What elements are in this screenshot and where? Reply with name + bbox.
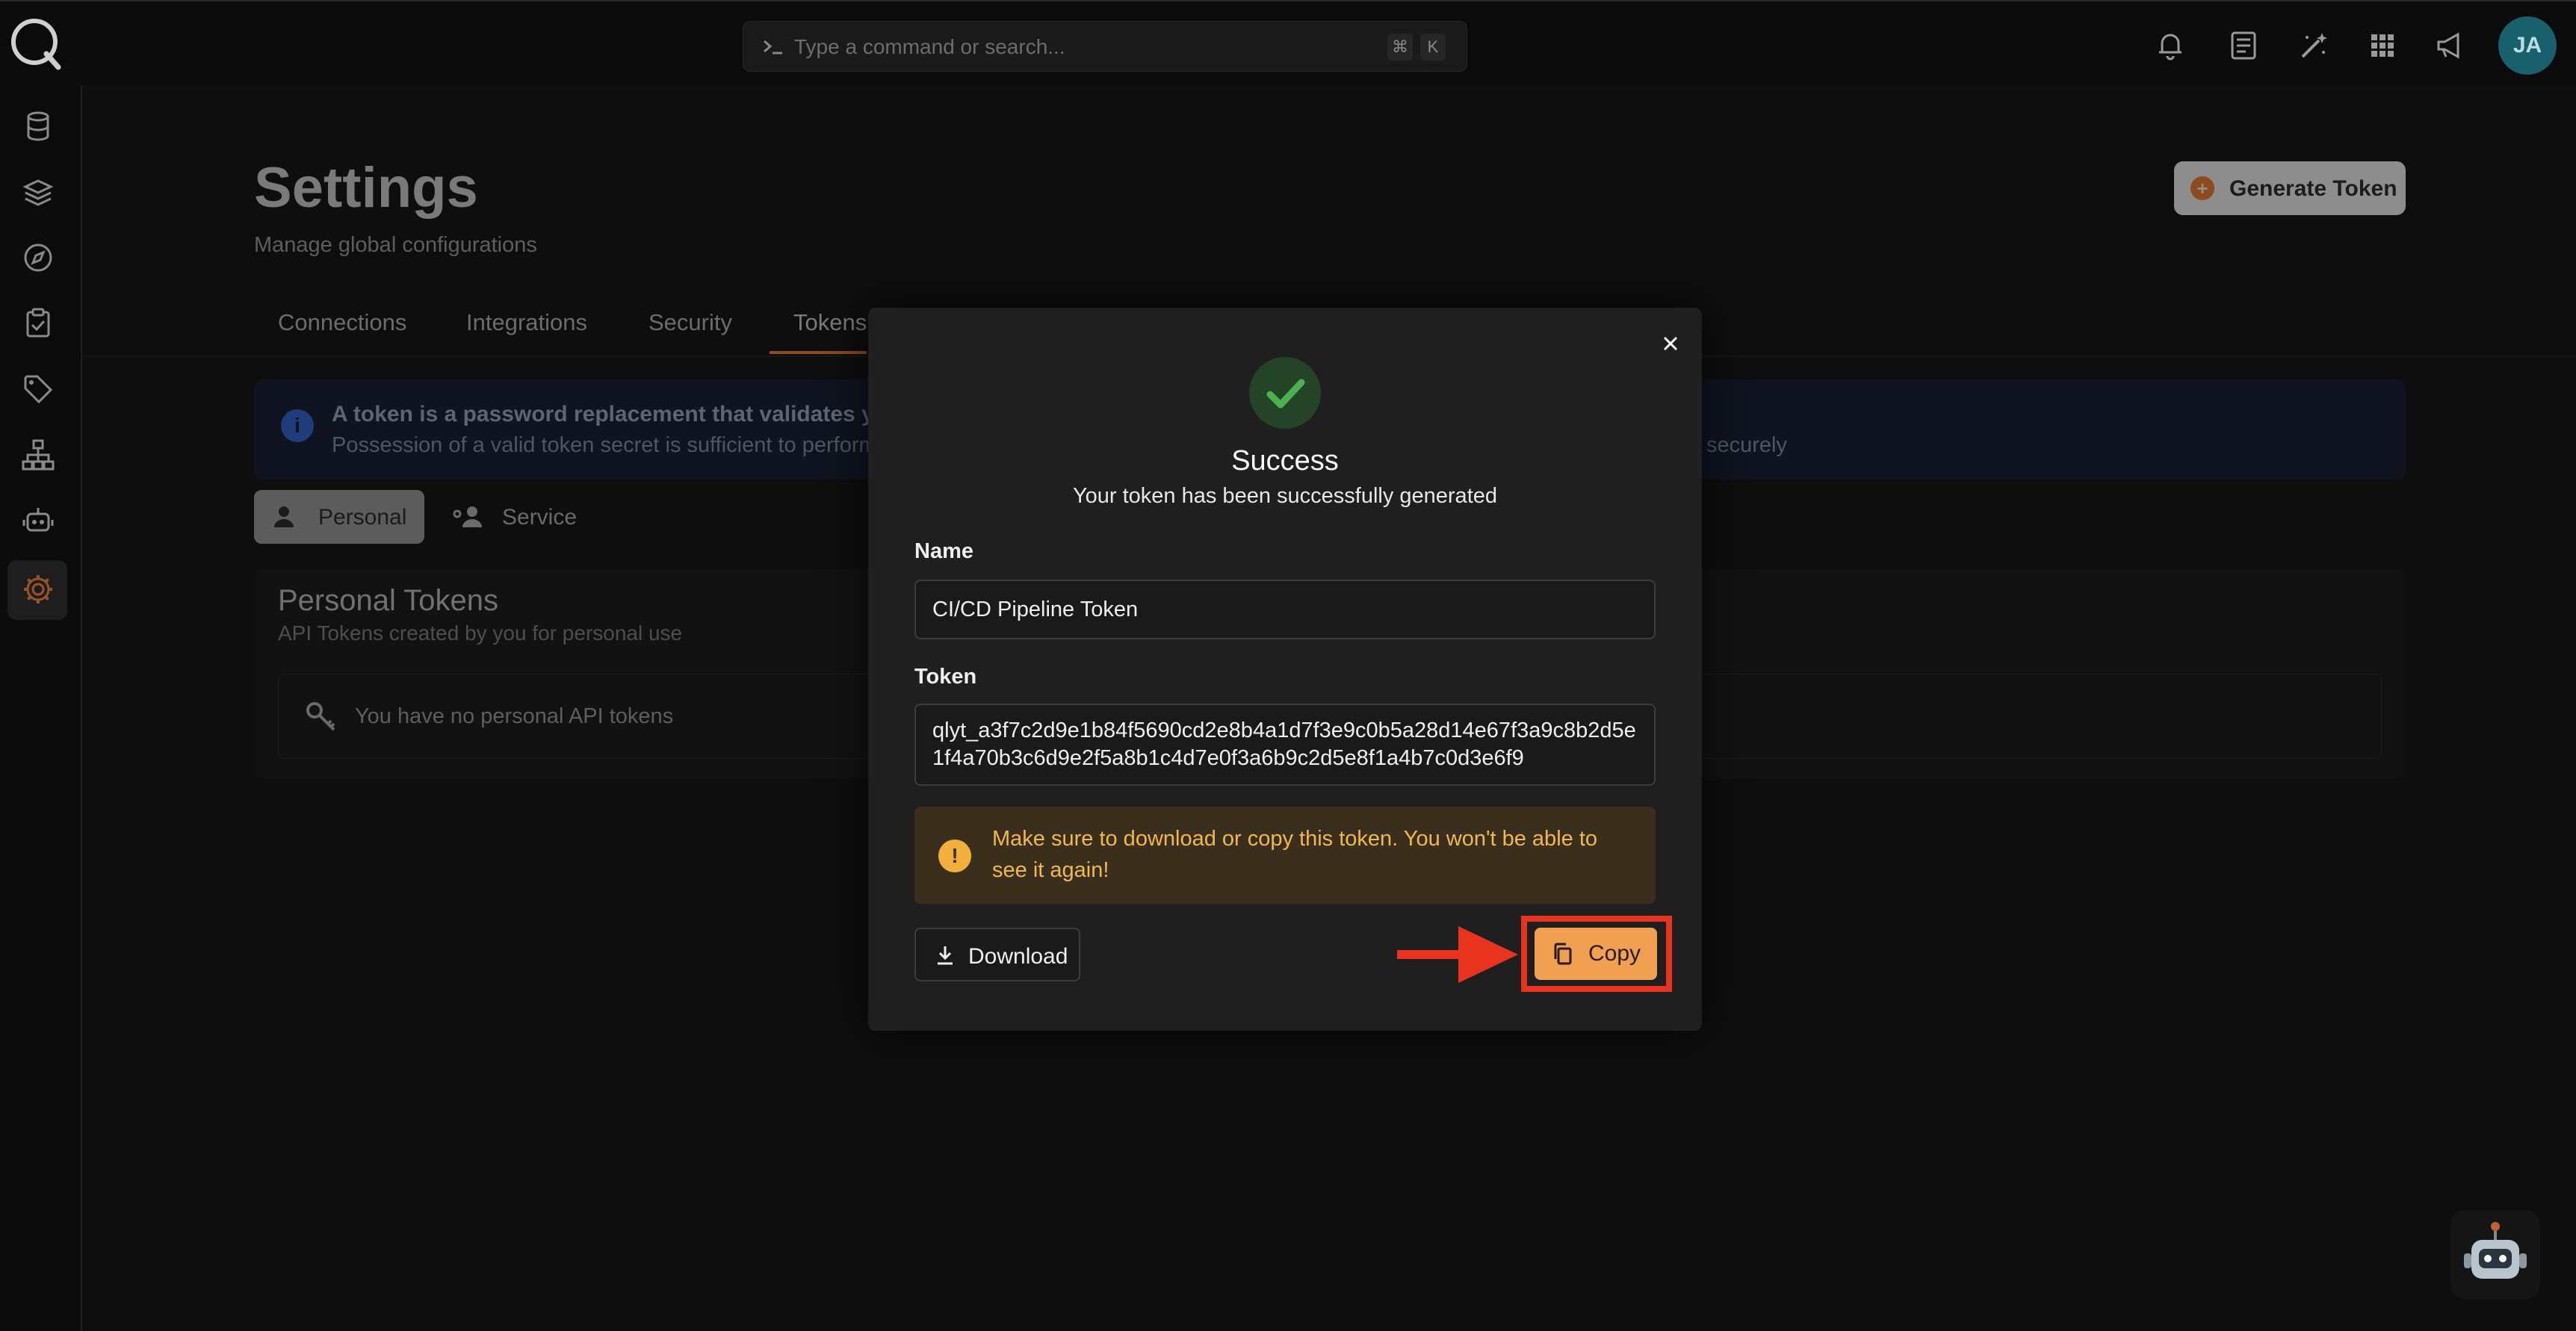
- name-label: Name: [914, 539, 973, 563]
- sidebar: [0, 85, 82, 1331]
- megaphone-icon[interactable]: [2433, 28, 2467, 63]
- apps-grid-icon[interactable]: [2365, 28, 2400, 63]
- personal-label: Personal: [318, 505, 407, 530]
- bell-icon[interactable]: [2153, 28, 2188, 63]
- info-line-2-end: securely: [1706, 433, 1787, 457]
- key-icon: [306, 702, 335, 731]
- modal-title: Success: [1231, 445, 1339, 477]
- gear-icon[interactable]: [21, 572, 55, 606]
- compass-icon[interactable]: [21, 241, 55, 275]
- document-icon[interactable]: [2226, 28, 2261, 63]
- download-icon: [938, 946, 953, 965]
- copy-label: Copy: [1588, 941, 1641, 966]
- magic-wand-icon[interactable]: [2297, 28, 2331, 63]
- info-line-2: Possession of a valid token secret is su…: [332, 433, 877, 457]
- tag-icon[interactable]: [21, 372, 55, 406]
- top-bar: Type a command or search... ⌘ K JA: [0, 0, 2576, 85]
- tab-security[interactable]: Security: [648, 309, 732, 336]
- success-check-icon: [1249, 357, 1321, 429]
- user-avatar[interactable]: JA: [2498, 16, 2557, 75]
- token-value-field[interactable]: qlyt_a3f7c2d9e1b84f5690cd2e8b4a1d7f3e9c0…: [914, 704, 1656, 786]
- personal-tokens-title: Personal Tokens: [278, 584, 498, 617]
- token-name-field[interactable]: CI/CD Pipeline Token: [914, 580, 1656, 639]
- copy-button[interactable]: Copy: [1535, 928, 1657, 980]
- tab-integrations[interactable]: Integrations: [466, 309, 587, 336]
- active-tab-indicator: [770, 351, 867, 354]
- token-success-modal: Success Your token has been successfully…: [868, 308, 1702, 1031]
- tab-tokens[interactable]: Tokens: [793, 309, 867, 336]
- robot-icon[interactable]: [21, 503, 55, 538]
- token-label: Token: [914, 665, 977, 689]
- command-search-input[interactable]: Type a command or search... ⌘ K: [743, 21, 1467, 72]
- generate-token-label: Generate Token: [2229, 176, 2397, 201]
- tab-connections[interactable]: Connections: [278, 309, 406, 336]
- info-icon: i: [281, 409, 314, 442]
- download-button[interactable]: Download: [914, 928, 1080, 981]
- hierarchy-icon[interactable]: [21, 438, 55, 472]
- service-tokens-toggle[interactable]: Service: [447, 490, 596, 544]
- close-icon[interactable]: [1657, 330, 1684, 357]
- personal-tokens-subtitle: API Tokens created by you for personal u…: [278, 621, 683, 645]
- layers-icon[interactable]: [21, 175, 55, 209]
- database-icon[interactable]: [21, 109, 55, 143]
- pointer-arrow-icon: [1397, 926, 1518, 983]
- service-user-icon: [453, 506, 482, 527]
- download-label: Download: [968, 944, 1068, 969]
- service-label: Service: [502, 505, 578, 530]
- page-subtitle: Manage global configurations: [254, 233, 537, 257]
- modal-subtitle: Your token has been successfully generat…: [1072, 484, 1498, 508]
- warning-text: Make sure to download or copy this token…: [992, 827, 1598, 882]
- warning-banner: ! Make sure to download or copy this tok…: [914, 807, 1656, 904]
- assistant-bot-button[interactable]: [2450, 1210, 2540, 1300]
- page-title: Settings: [254, 156, 478, 220]
- plus-circle-icon: +: [2190, 176, 2214, 200]
- clipboard-check-icon[interactable]: [21, 306, 55, 341]
- terminal-prompt-icon: [764, 40, 782, 55]
- warning-icon: !: [938, 840, 971, 872]
- copy-icon: [1554, 943, 1572, 965]
- user-icon: [274, 506, 294, 527]
- command-placeholder: Type a command or search...: [794, 35, 1065, 58]
- shortcut-k-key: K: [1420, 34, 1446, 60]
- shortcut-cmd-key: ⌘: [1387, 34, 1413, 60]
- info-line-1: A token is a password replacement that v…: [332, 402, 902, 426]
- personal-tokens-toggle[interactable]: Personal: [254, 490, 424, 544]
- assistant-robot-icon: [2464, 1222, 2527, 1279]
- app-logo-icon[interactable]: [7, 15, 64, 72]
- generate-token-button[interactable]: + Generate Token: [2174, 161, 2406, 215]
- empty-state-text: You have no personal API tokens: [355, 704, 674, 728]
